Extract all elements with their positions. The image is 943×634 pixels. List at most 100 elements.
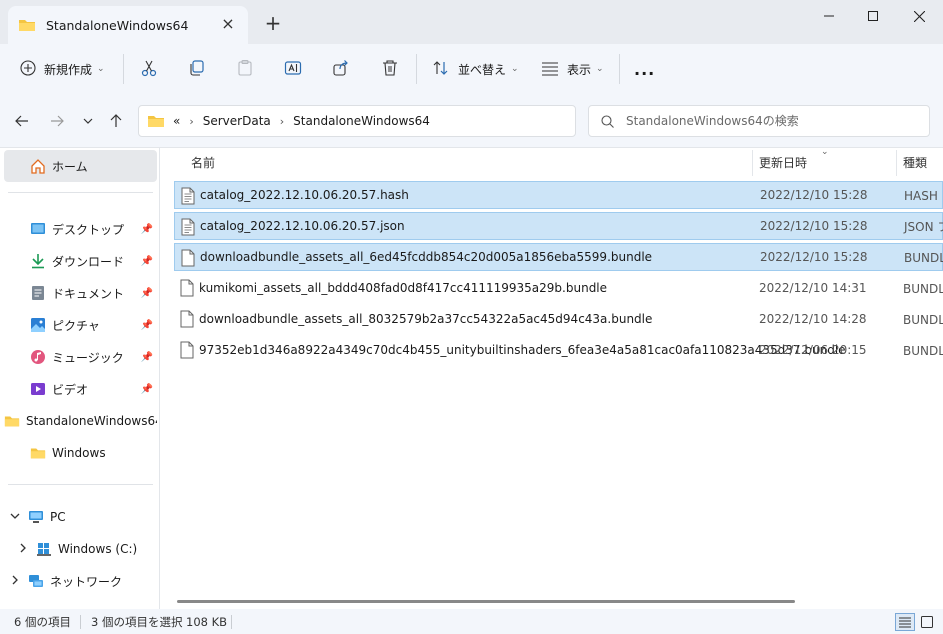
folder-icon — [18, 18, 36, 32]
tiles-view-icon — [921, 616, 933, 628]
column-header-date-label: 更新日時 — [759, 155, 808, 170]
chevron-down-icon[interactable] — [8, 511, 22, 524]
more-options-button[interactable]: ... — [634, 55, 655, 83]
details-view-button[interactable] — [895, 613, 915, 631]
music-icon — [30, 349, 46, 365]
selection-size: 108 KB — [186, 614, 228, 629]
sidebar-item-music[interactable]: ミュージック 📌 — [4, 341, 157, 373]
pc-icon — [28, 509, 44, 525]
pictures-icon — [30, 317, 46, 333]
sidebar-item-pc[interactable]: PC — [4, 501, 157, 533]
copy-button[interactable] — [188, 55, 206, 83]
selection-count: 3 個の項目を選択 — [91, 614, 183, 629]
new-tab-button[interactable]: + — [262, 12, 284, 34]
sort-icon — [432, 59, 450, 80]
sort-descending-chevron-icon: ⌄ — [821, 148, 829, 157]
tiles-view-button[interactable] — [917, 613, 937, 631]
video-icon — [30, 381, 46, 397]
column-divider[interactable] — [896, 150, 897, 176]
file-date: 2022/12/10 15:28 — [760, 219, 868, 233]
chevron-down-icon: ⌄ — [596, 64, 604, 74]
file-date: 2022/12/10 14:31 — [759, 281, 867, 295]
network-icon — [28, 573, 44, 589]
maximize-button[interactable] — [850, 0, 896, 32]
horizontal-scrollbar[interactable] — [177, 600, 795, 603]
chevron-right-icon[interactable] — [8, 575, 22, 588]
recent-locations-button[interactable] — [78, 111, 98, 131]
minimize-button[interactable] — [806, 0, 852, 32]
sidebar-divider — [8, 484, 153, 485]
sidebar-item-desktop[interactable]: デスクトップ 📌 — [4, 213, 157, 245]
up-button[interactable] — [106, 111, 126, 131]
back-button[interactable] — [12, 111, 32, 131]
new-button-label: 新規作成 — [44, 62, 93, 77]
sidebar-item-network[interactable]: ネットワーク — [4, 565, 157, 597]
column-divider[interactable] — [752, 150, 753, 176]
close-window-button[interactable] — [896, 0, 942, 32]
tab-standalonewindows64[interactable]: StandaloneWindows64 × — [8, 6, 248, 44]
sidebar-item-documents[interactable]: ドキュメント 📌 — [4, 277, 157, 309]
status-bar: 6 個の項目 3 個の項目を選択 108 KB — [0, 609, 943, 634]
file-type: BUNDLE ファイル — [903, 343, 943, 358]
sidebar-item-windows[interactable]: Windows — [4, 437, 157, 469]
forward-button[interactable] — [47, 111, 67, 131]
file-date: 2022/12/10 14:28 — [759, 312, 867, 326]
breadcrumb-overflow[interactable]: « — [173, 114, 180, 128]
cut-button[interactable] — [140, 55, 158, 83]
sidebar-item-pictures[interactable]: ピクチャ 📌 — [4, 309, 157, 341]
file-row[interactable]: 97352eb1d346a8922a4349c70dc4b455_unitybu… — [174, 336, 943, 364]
file-row[interactable]: kumikomi_assets_all_bddd408fad0d8f417cc4… — [174, 274, 943, 302]
search-box[interactable] — [588, 105, 930, 137]
file-type: BUNDLE ファイル — [903, 312, 943, 327]
sidebar-item-label: ビデオ — [52, 382, 89, 397]
address-bar[interactable]: « › ServerData › StandaloneWindows64 — [138, 105, 700, 137]
file-row[interactable]: downloadbundle_assets_all_8032579b2a37cc… — [174, 305, 943, 333]
details-view-icon — [899, 617, 911, 628]
command-bar: 新規作成 ⌄ 並べ替え ⌄ 表示 ⌄ ... — [0, 44, 943, 94]
copy-icon — [188, 59, 206, 80]
sort-button[interactable]: 並べ替え ⌄ — [432, 55, 519, 83]
column-header-type[interactable]: 種類 — [903, 148, 927, 176]
search-input[interactable] — [626, 114, 916, 128]
breadcrumb-serverdata[interactable]: ServerData — [203, 114, 271, 128]
breadcrumb-standalonewindows64[interactable]: StandaloneWindows64 — [293, 114, 430, 128]
close-tab-icon[interactable]: × — [220, 16, 236, 32]
share-button[interactable] — [332, 55, 350, 83]
file-name: kumikomi_assets_all_bddd408fad0d8f417cc4… — [199, 281, 608, 295]
pin-icon[interactable]: 📌 — [141, 224, 153, 235]
rename-icon — [284, 59, 302, 80]
file-row[interactable]: catalog_2022.12.10.06.20.57.hash 2022/12/… — [174, 181, 943, 209]
sidebar-item-downloads[interactable]: ダウンロード 📌 — [4, 245, 157, 277]
sidebar-item-home[interactable]: ホーム — [4, 150, 157, 182]
file-type: HASH ファイル — [904, 188, 943, 203]
paste-button[interactable] — [236, 55, 254, 83]
pin-icon[interactable]: 📌 — [141, 320, 153, 331]
file-date: 2022/12/10 15:28 — [760, 250, 868, 264]
list-view-icon — [541, 59, 559, 80]
home-icon — [30, 158, 46, 174]
pin-icon[interactable]: 📌 — [141, 256, 153, 267]
chevron-right-icon[interactable] — [16, 543, 30, 556]
view-button[interactable]: 表示 ⌄ — [541, 55, 604, 83]
chevron-down-icon — [83, 118, 93, 124]
folder-icon — [30, 445, 46, 461]
new-button[interactable]: 新規作成 ⌄ — [20, 55, 105, 83]
sidebar-item-windows-c[interactable]: Windows (C:) — [4, 533, 157, 565]
sidebar-item-label: ネットワーク — [50, 574, 123, 589]
column-header-type-label: 種類 — [903, 155, 928, 170]
pin-icon[interactable]: 📌 — [141, 352, 153, 363]
pin-icon[interactable]: 📌 — [141, 288, 153, 299]
sidebar-item-label: ミュージック — [52, 350, 124, 365]
rename-button[interactable] — [284, 55, 302, 83]
column-header-name[interactable]: 名前 — [191, 148, 215, 176]
pin-icon[interactable]: 📌 — [141, 384, 153, 395]
folder-icon — [147, 114, 165, 128]
sidebar-item-videos[interactable]: ビデオ 📌 — [4, 373, 157, 405]
column-header-date[interactable]: 更新日時 — [759, 148, 807, 176]
file-row[interactable]: downloadbundle_assets_all_6ed45fcddb854c… — [174, 243, 943, 271]
sidebar-item-label: StandaloneWindows64 — [26, 414, 157, 428]
sidebar-item-standalonewindows64[interactable]: StandaloneWindows64 — [4, 405, 157, 437]
file-type: JSON ファイル — [904, 219, 943, 234]
file-row[interactable]: catalog_2022.12.10.06.20.57.json 2022/12/… — [174, 212, 943, 240]
delete-button[interactable] — [381, 55, 399, 83]
